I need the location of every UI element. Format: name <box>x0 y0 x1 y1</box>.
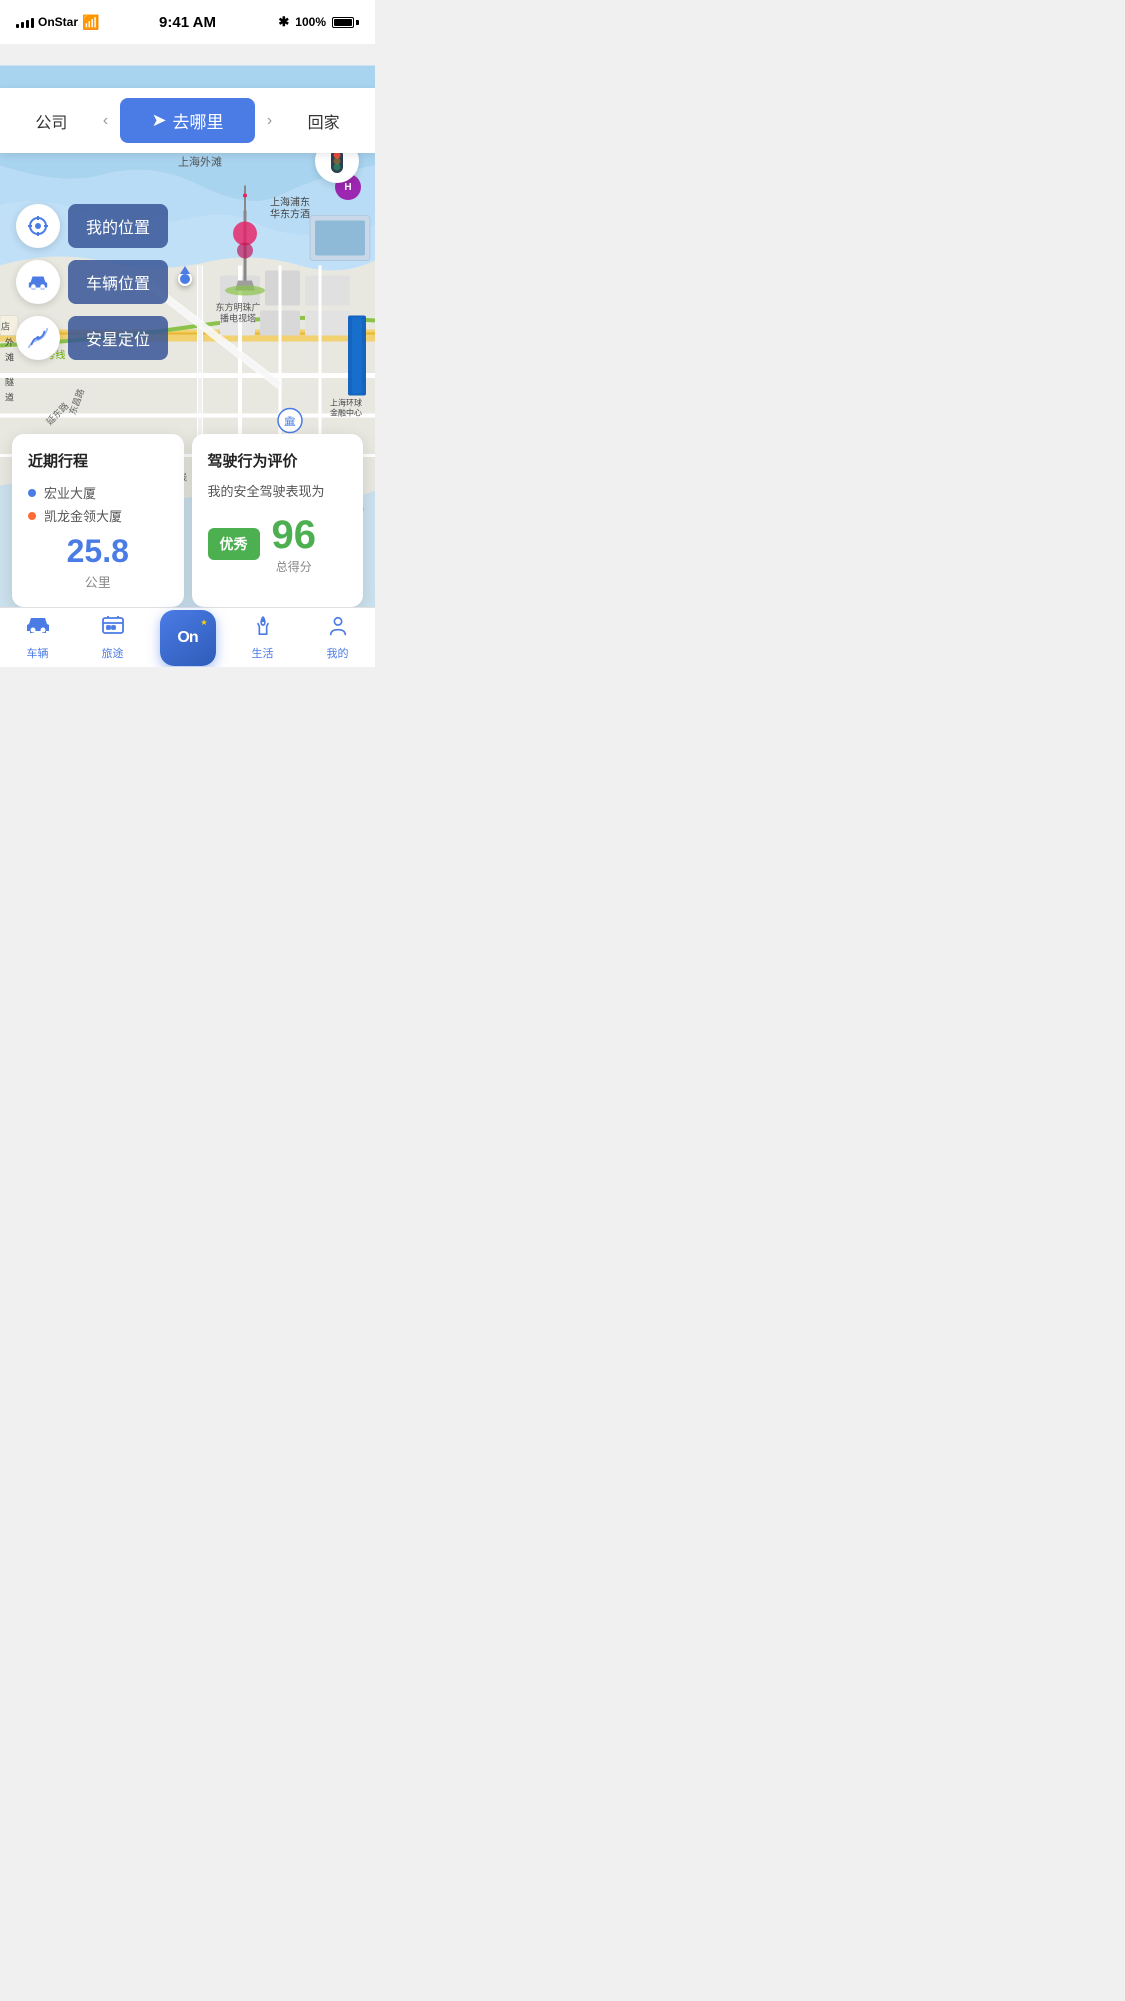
svg-text:东方明珠广: 东方明珠广 <box>215 302 260 313</box>
svg-text:上海外滩: 上海外滩 <box>178 155 222 169</box>
mine-label: 我的 <box>327 645 349 661</box>
bottom-nav: 车辆 旅途 On ★ <box>0 607 375 667</box>
car-location-icon[interactable] <box>16 260 60 304</box>
home-shortcut[interactable]: 回家 <box>284 109 363 133</box>
svg-text:上海浦东: 上海浦东 <box>270 196 310 209</box>
drive-score-desc: 我的安全驾驶表现为 <box>208 483 348 501</box>
drive-score-card[interactable]: 驾驶行为评价 我的安全驾驶表现为 优秀 96 总得分 <box>192 434 364 607</box>
excellence-badge: 优秀 <box>208 528 260 560</box>
life-icon <box>251 614 275 642</box>
onstar-star-icon: ★ <box>200 618 207 627</box>
nav-trip[interactable]: 旅途 <box>75 614 150 661</box>
life-label: 生活 <box>252 645 274 661</box>
svg-text:外: 外 <box>5 337 14 348</box>
battery-icon <box>332 17 359 28</box>
score-value: 96 <box>272 513 317 558</box>
car-location-button[interactable]: 车辆位置 <box>68 260 168 304</box>
trip-distance-unit: 公里 <box>28 572 168 591</box>
prev-arrow[interactable]: ‹ <box>99 112 112 130</box>
navigate-icon: ➤ <box>151 110 166 131</box>
score-label: 总得分 <box>276 558 312 575</box>
map-controls: 我的位置 车辆位置 安星定位 <box>16 204 168 360</box>
trip-dest1: 宏业大厦 <box>28 483 168 502</box>
vehicle-label: 车辆 <box>27 645 49 661</box>
svg-text:播电视塔: 播电视塔 <box>220 313 256 324</box>
signal-icon <box>16 16 34 28</box>
battery-percent: 100% <box>295 15 326 29</box>
svg-text:店: 店 <box>1 321 10 332</box>
svg-text:隧: 隧 <box>5 377 14 388</box>
svg-text:金融中心: 金融中心 <box>330 408 362 418</box>
satellite-button[interactable]: 安星定位 <box>68 316 168 360</box>
user-location-dot <box>178 272 192 286</box>
trip-dest2: 凯龙金领大厦 <box>28 506 168 525</box>
trip-nav-label: 旅途 <box>102 645 124 661</box>
nav-mine[interactable]: 我的 <box>300 615 375 661</box>
navigate-button[interactable]: ➤ 去哪里 <box>120 98 255 143</box>
trip-distance-value: 25.8 <box>28 533 168 570</box>
nav-vehicle[interactable]: 车辆 <box>0 614 75 661</box>
satellite-row[interactable]: 安星定位 <box>16 316 168 360</box>
status-right: ✱ 100% <box>278 14 359 30</box>
nav-life[interactable]: 生活 <box>225 614 300 661</box>
bluetooth-icon: ✱ <box>278 14 289 30</box>
info-cards: 近期行程 宏业大厦 凯龙金领大厦 25.8 公里 驾驶行为评价 我的安全驾驶表现… <box>0 434 375 607</box>
onstar-logo-text: On <box>177 629 197 647</box>
trip-icon <box>101 614 125 642</box>
satellite-icon[interactable] <box>16 316 60 360</box>
vehicle-icon <box>26 614 50 642</box>
car-location-row[interactable]: 车辆位置 <box>16 260 168 304</box>
carrier-label: OnStar <box>38 15 78 29</box>
search-bar[interactable]: 公司 ‹ ➤ 去哪里 › 回家 <box>0 88 375 153</box>
mine-icon <box>326 615 350 642</box>
company-shortcut[interactable]: 公司 <box>12 109 91 133</box>
svg-text:上海环球: 上海环球 <box>330 398 362 408</box>
status-bar: OnStar 📶 9:41 AM ✱ 100% <box>0 0 375 44</box>
wifi-icon: 📶 <box>82 14 99 31</box>
trip-dot-1 <box>28 489 36 497</box>
onstar-center-button[interactable]: On ★ <box>160 610 216 666</box>
svg-text:道: 道 <box>5 392 14 403</box>
next-arrow[interactable]: › <box>263 112 276 130</box>
trip-dot-2 <box>28 512 36 520</box>
my-location-button[interactable]: 我的位置 <box>68 204 168 248</box>
recent-trip-card[interactable]: 近期行程 宏业大厦 凯龙金领大厦 25.8 公里 <box>12 434 184 607</box>
status-left: OnStar 📶 <box>16 14 99 31</box>
navigate-label: 去哪里 <box>173 108 224 133</box>
svg-text:华东方酒: 华东方酒 <box>270 208 310 221</box>
svg-text:滩: 滩 <box>5 352 14 363</box>
svg-text:🏛: 🏛 <box>284 416 297 428</box>
map-area[interactable]: 上海外滩 上海浦东 华东方酒 东方明珠广 播电视塔 2号线 上海环球 金融中心 … <box>0 44 375 667</box>
my-location-row[interactable]: 我的位置 <box>16 204 168 248</box>
trip-card-title: 近期行程 <box>28 450 168 471</box>
drive-card-title: 驾驶行为评价 <box>208 450 348 471</box>
drive-score-row: 优秀 96 总得分 <box>208 513 348 575</box>
my-location-icon[interactable] <box>16 204 60 248</box>
time-display: 9:41 AM <box>159 14 216 31</box>
